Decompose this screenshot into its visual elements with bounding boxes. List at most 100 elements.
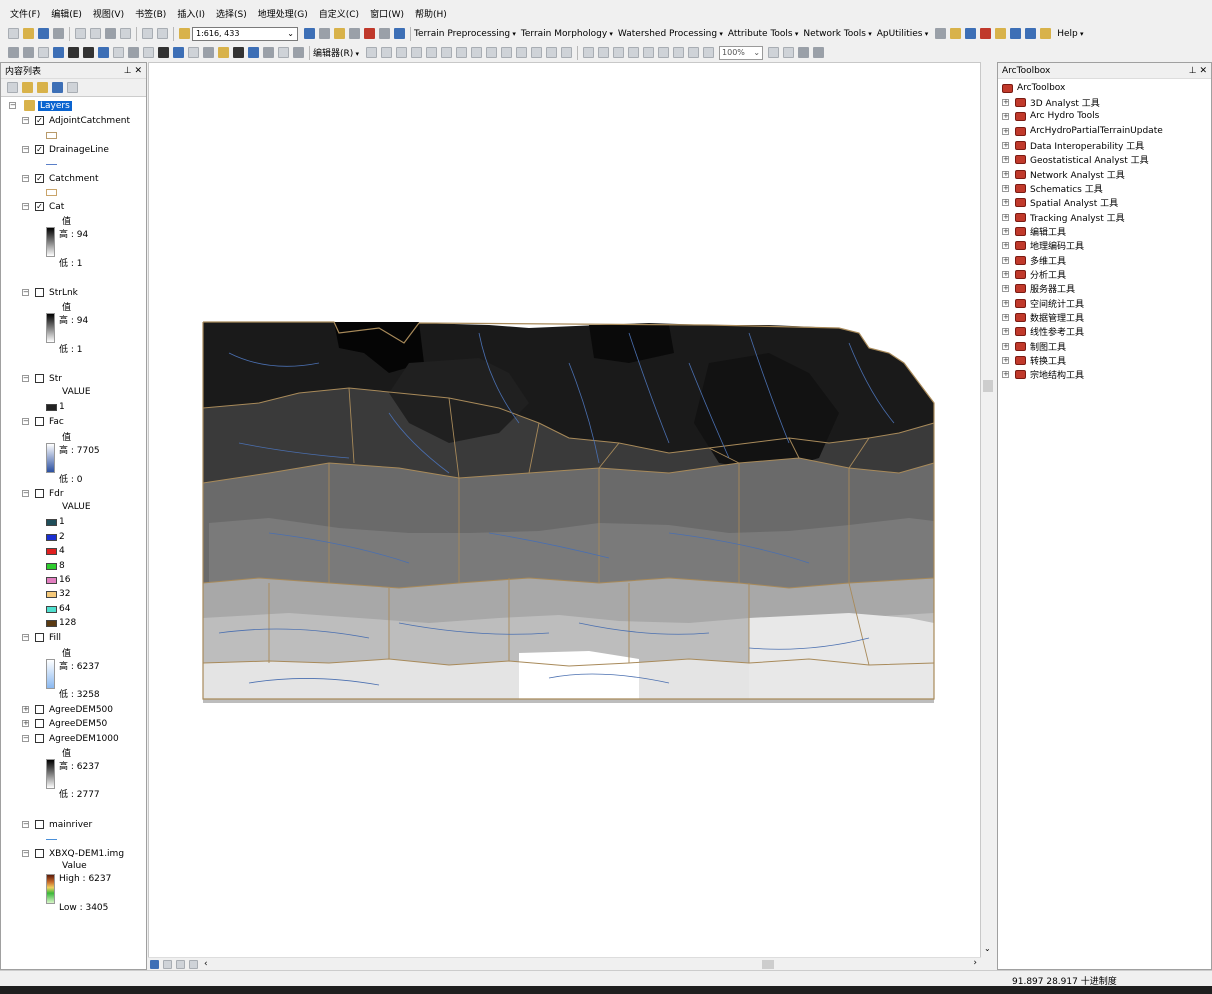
arctoolbox-root-label[interactable]: ArcToolbox (1017, 83, 1065, 93)
flag-icon[interactable] (1025, 28, 1037, 39)
time-slider-icon[interactable] (278, 47, 289, 58)
zoom-in-icon[interactable] (8, 47, 19, 58)
fdr-class-swatch[interactable] (46, 519, 57, 526)
layer-row[interactable]: − Str (22, 372, 62, 385)
select-features-icon[interactable] (128, 47, 139, 58)
layer-name[interactable]: Fill (49, 633, 61, 643)
open-icon[interactable] (23, 28, 34, 39)
close-icon[interactable]: ✕ (1199, 66, 1207, 76)
fill-gradient-ramp[interactable] (46, 659, 55, 689)
pencil-icon[interactable] (1040, 28, 1052, 39)
drainage-line-symbol[interactable] (46, 164, 57, 165)
collapse-icon[interactable]: − (22, 203, 29, 210)
go-to-xy-icon[interactable] (263, 47, 274, 58)
layer-checkbox[interactable]: ✓ (35, 145, 44, 154)
scroll-left-icon[interactable]: ‹ (204, 959, 208, 969)
collapse-icon[interactable]: − (22, 850, 29, 857)
menu-customize[interactable]: 自定义(C) (319, 7, 359, 20)
layer-row[interactable]: − mainriver (22, 818, 92, 831)
trace-icon[interactable] (426, 47, 438, 58)
toolbox-item[interactable]: + 制图工具 (1002, 339, 1066, 353)
sketch-icon[interactable] (995, 28, 1007, 39)
zoom-whole-page-icon[interactable] (628, 47, 640, 58)
help-menu-button[interactable]: Help (1057, 29, 1083, 39)
toolbox-item[interactable]: + Arc Hydro Tools (1002, 109, 1099, 123)
watershed-processing-menu[interactable]: Watershed Processing (618, 29, 723, 39)
dem-gradient-ramp[interactable] (46, 874, 55, 904)
layer-name[interactable]: AgreeDEM1000 (49, 734, 119, 744)
pause-drawing-icon[interactable] (189, 959, 198, 969)
collapse-icon[interactable]: − (22, 146, 29, 153)
python-window-icon[interactable] (379, 28, 390, 39)
close-icon[interactable]: ✕ (134, 66, 142, 76)
identify-icon[interactable] (173, 47, 184, 58)
flow-path-icon[interactable] (980, 28, 992, 39)
print-icon[interactable] (53, 28, 64, 39)
str-class-swatch[interactable] (46, 404, 57, 411)
fixed-zoom-in-icon[interactable] (68, 47, 79, 58)
fdr-class-swatch[interactable] (46, 620, 57, 627)
collapse-icon[interactable]: − (22, 175, 29, 182)
toolbox-item-label[interactable]: 数据管理工具 (1030, 311, 1084, 324)
network-tools-menu[interactable]: Network Tools (803, 29, 871, 39)
layer-name[interactable]: Fac (49, 417, 64, 427)
toolbox-item[interactable]: + 空间统计工具 (1002, 296, 1084, 310)
expand-icon[interactable]: + (1002, 227, 1009, 235)
catalog-icon[interactable] (334, 28, 345, 39)
toolbox-item[interactable]: + ArcHydroPartialTerrainUpdate (1002, 124, 1163, 138)
undo-icon[interactable] (142, 28, 153, 39)
fdr-class-swatch[interactable] (46, 563, 57, 570)
layer-checkbox[interactable] (35, 849, 44, 858)
menu-insert[interactable]: 插入(I) (177, 7, 205, 20)
layer-row[interactable]: − ✓ DrainageLine (22, 143, 109, 156)
layer-checkbox[interactable]: ✓ (35, 174, 44, 183)
layer-checkbox[interactable] (35, 489, 44, 498)
point-icon[interactable] (441, 47, 453, 58)
layout-fixed-zoom-in-icon[interactable] (658, 47, 670, 58)
clear-selection-icon[interactable] (143, 47, 154, 58)
toolbox-item-label[interactable]: 分析工具 (1030, 268, 1066, 281)
layer-checkbox[interactable] (35, 719, 44, 728)
table-icon[interactable] (319, 28, 330, 39)
expand-icon[interactable]: + (1002, 141, 1009, 149)
expand-icon[interactable]: + (1002, 284, 1009, 292)
toolbox-item-label[interactable]: 地理编码工具 (1030, 239, 1084, 252)
collapse-icon[interactable]: − (22, 735, 29, 742)
toolbox-item[interactable]: + 多维工具 (1002, 253, 1066, 267)
expand-icon[interactable]: + (1002, 155, 1009, 163)
layer-checkbox[interactable]: ✓ (35, 116, 44, 125)
collapse-icon[interactable]: − (22, 117, 29, 124)
full-extent-icon[interactable] (53, 47, 64, 58)
layout-zoom-dropdown[interactable]: 100% ⌄ (719, 45, 764, 60)
toolbox-item-label[interactable]: 空间统计工具 (1030, 297, 1084, 310)
flow-trace-icon[interactable] (935, 28, 947, 39)
toolbox-item[interactable]: + 转换工具 (1002, 353, 1066, 367)
delete-icon[interactable] (120, 28, 131, 39)
data-driven-pages-icon[interactable] (813, 47, 825, 58)
point-delineation-icon[interactable] (950, 28, 962, 39)
editor-menu[interactable]: 编辑器(R) (313, 46, 359, 59)
toolbox-item[interactable]: + 宗地结构工具 (1002, 367, 1084, 381)
expand-icon[interactable]: + (1002, 184, 1009, 192)
add-data-icon[interactable] (179, 28, 190, 39)
layer-row[interactable]: − Fac (22, 415, 64, 428)
horizontal-scroll-thumb[interactable] (762, 960, 774, 969)
collapse-icon[interactable]: − (22, 821, 29, 828)
go-back-icon[interactable] (688, 47, 700, 58)
layers-root[interactable]: − Layers (9, 99, 72, 112)
collapse-icon[interactable]: − (9, 102, 16, 109)
menu-selection[interactable]: 选择(S) (216, 7, 247, 20)
expand-icon[interactable]: + (1002, 112, 1009, 120)
map-scale-dropdown[interactable]: 1:616, 433 ⌄ (192, 26, 298, 41)
create-viewer-icon[interactable] (293, 47, 304, 58)
layer-row[interactable]: − Fdr (22, 487, 64, 500)
save-icon[interactable] (38, 28, 49, 39)
toolbox-item[interactable]: + 编辑工具 (1002, 224, 1066, 238)
edit-vertices-icon[interactable] (456, 47, 468, 58)
fdr-class-swatch[interactable] (46, 534, 57, 541)
toolbox-icon[interactable] (364, 28, 375, 39)
toolbox-item[interactable]: + Schematics 工具 (1002, 181, 1103, 195)
layers-root-label[interactable]: Layers (38, 100, 72, 111)
menu-edit[interactable]: 编辑(E) (51, 7, 82, 20)
toolbox-item-label[interactable]: 制图工具 (1030, 340, 1066, 353)
